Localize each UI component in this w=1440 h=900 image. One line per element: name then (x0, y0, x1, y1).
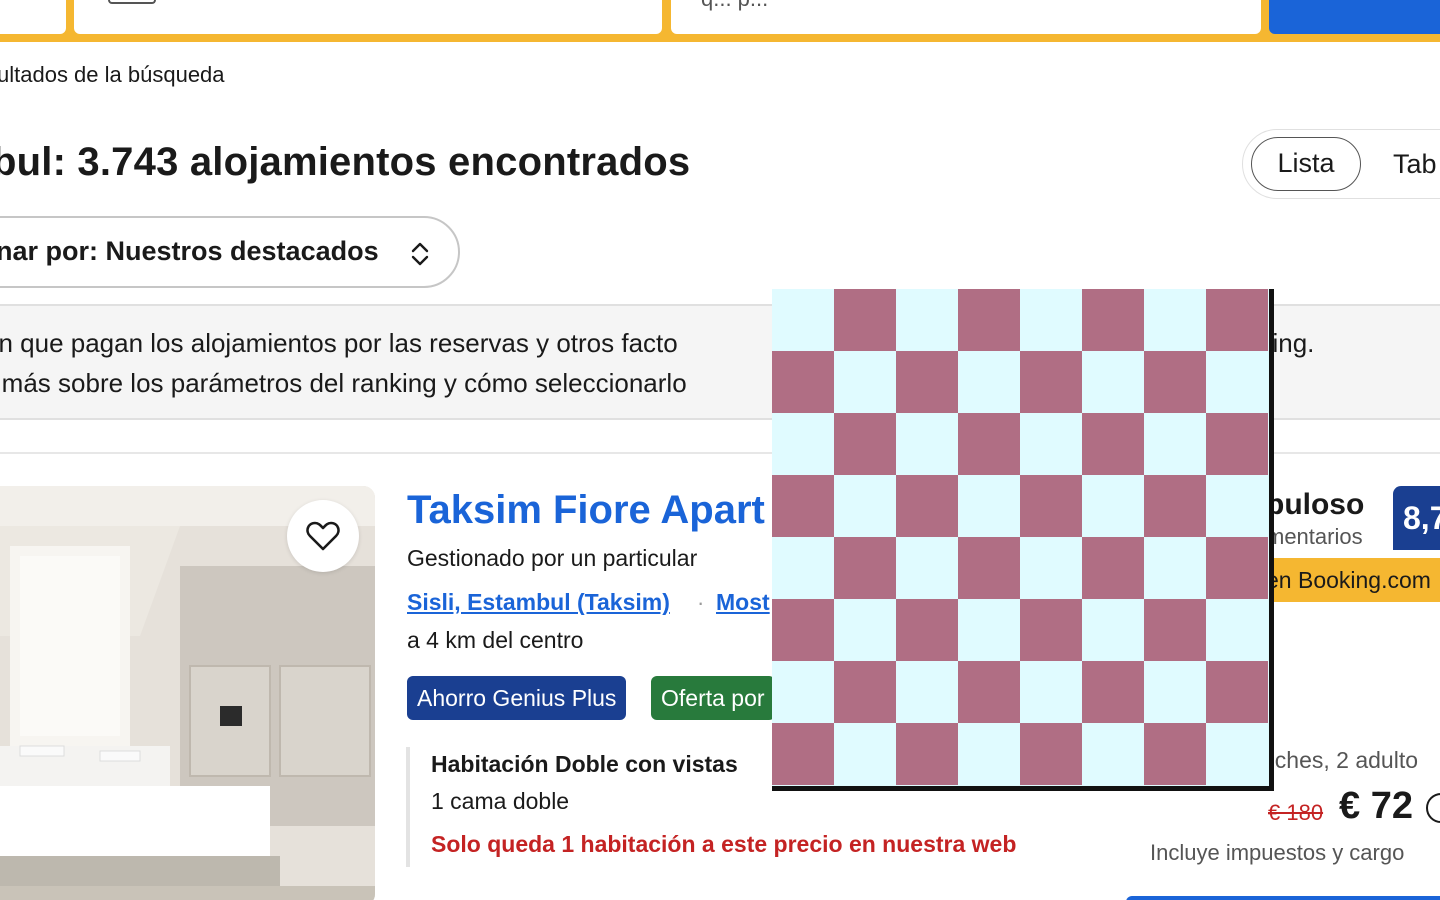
favorite-button[interactable] (287, 500, 359, 572)
room-accent-bar (406, 747, 410, 867)
checker-square (1206, 537, 1268, 599)
calendar-icon (108, 0, 156, 4)
review-count[interactable]: mentarios (1266, 524, 1363, 550)
checker-square (1206, 661, 1268, 723)
heart-icon (306, 521, 340, 551)
checker-square (1020, 723, 1082, 785)
checker-square (1020, 599, 1082, 661)
review-word[interactable]: buloso (1266, 488, 1364, 522)
sort-updown-icon (411, 242, 429, 266)
review-score[interactable]: 8,7 (1393, 486, 1440, 550)
checker-square (896, 599, 958, 661)
checker-square (834, 537, 896, 599)
checker-square (1206, 413, 1268, 475)
checker-square (896, 475, 958, 537)
offer-badge: Oferta por (651, 676, 775, 720)
taxes-note: Incluye impuestos y cargo (1150, 840, 1405, 865)
checker-square (1020, 475, 1082, 537)
view-toggle: Lista Tab (1242, 129, 1440, 199)
checker-square (1082, 661, 1144, 723)
checkerboard-overlay (772, 289, 1274, 791)
breadcrumb[interactable]: ultados de la búsqueda (0, 62, 225, 88)
checker-square (958, 661, 1020, 723)
checker-square (772, 351, 834, 413)
checker-square (1082, 289, 1144, 351)
checker-square (772, 475, 834, 537)
room-title: Habitación Doble con vistas (431, 751, 738, 777)
property-title-link[interactable]: Taksim Fiore Apart (407, 488, 765, 533)
checker-square (772, 599, 834, 661)
guests-field[interactable]: q... p... (671, 0, 1261, 34)
checker-square (1144, 599, 1206, 661)
checker-square (1144, 351, 1206, 413)
location-link[interactable]: Sisli, Estambul (Taksim) (407, 589, 670, 616)
checker-square (1144, 723, 1206, 785)
checker-square (1020, 351, 1082, 413)
checker-square (958, 289, 1020, 351)
checker-square (834, 289, 896, 351)
checker-square (1206, 289, 1268, 351)
checker-square (1082, 413, 1144, 475)
location-separator: · (697, 590, 705, 615)
current-price: € 72 (1339, 785, 1413, 827)
view-list-button[interactable]: Lista (1251, 137, 1361, 191)
view-table-button[interactable]: Tab (1393, 137, 1437, 191)
checker-square (834, 661, 896, 723)
ranking-info-line2[interactable]: e más sobre los parámetros del ranking y… (0, 368, 687, 399)
genius-badge: Ahorro Genius Plus (407, 676, 627, 720)
checker-square (896, 351, 958, 413)
booking-tag: en Booking.com (1248, 558, 1440, 602)
checker-square (958, 537, 1020, 599)
original-price: € 180 (1268, 800, 1324, 825)
results-heading: bul: 3.743 alojamientos encontrados (0, 140, 691, 184)
guests-field-text: q... p... (701, 0, 768, 12)
sort-label: nar por: Nuestros destacados (0, 236, 379, 266)
ranking-info-line1: ón que pagan los alojamientos por las re… (0, 328, 678, 358)
sort-dropdown[interactable]: nar por: Nuestros destacados (0, 216, 460, 288)
search-field-partial[interactable] (0, 0, 66, 34)
room-bed: 1 cama doble (431, 788, 570, 814)
scarcity-message: Solo queda 1 habitación a este precio en… (431, 831, 1017, 857)
distance-to-center: a 4 km del centro (407, 627, 584, 653)
checker-square (1082, 537, 1144, 599)
stay-summary: oches, 2 adulto (1262, 747, 1419, 773)
search-bar: q... p... (0, 0, 1440, 42)
checker-square (896, 723, 958, 785)
see-availability-button[interactable] (1126, 896, 1440, 900)
show-map-link[interactable]: Most (716, 589, 770, 616)
dates-field[interactable] (74, 0, 662, 34)
search-button[interactable] (1269, 0, 1440, 34)
checker-square (834, 413, 896, 475)
managed-by: Gestionado por un particular (407, 545, 698, 571)
checker-square (772, 723, 834, 785)
checker-square (958, 413, 1020, 475)
checker-square (1144, 475, 1206, 537)
info-icon[interactable] (1426, 793, 1440, 823)
